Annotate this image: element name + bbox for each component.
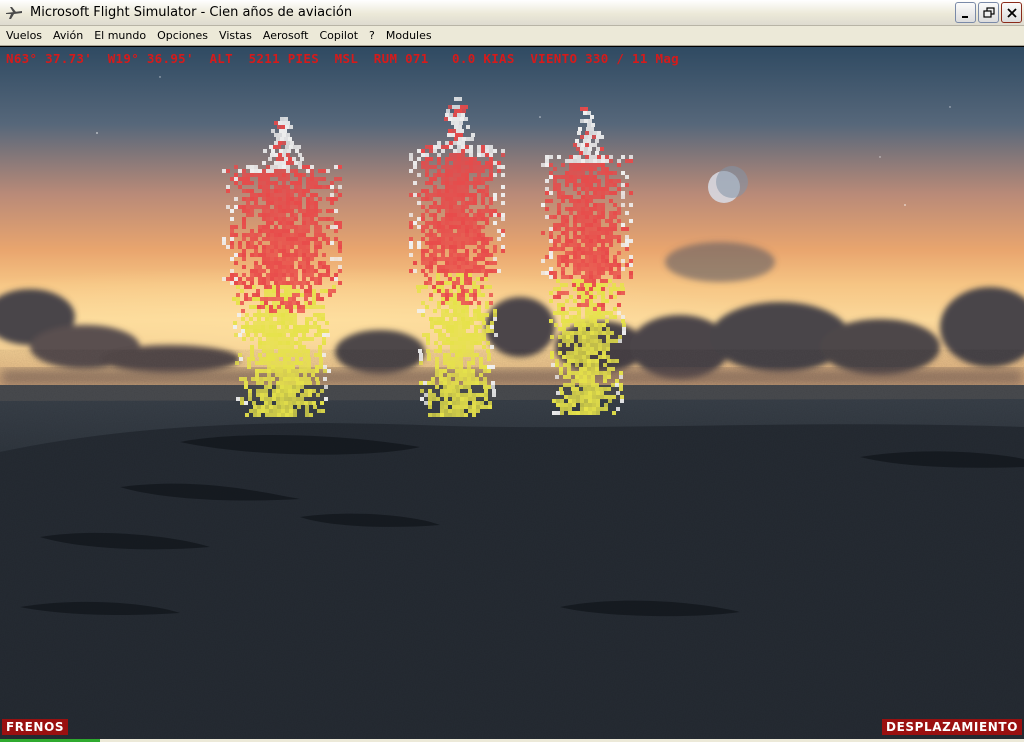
menu-vuelos[interactable]: Vuelos	[1, 29, 47, 42]
window-controls	[955, 2, 1022, 23]
title-bar[interactable]: Microsoft Flight Simulator - Cien años d…	[0, 0, 1024, 26]
restore-icon	[982, 6, 995, 18]
menu-opciones[interactable]: Opciones	[152, 29, 213, 42]
menu-aerosoft[interactable]: Aerosoft	[258, 29, 314, 42]
minimize-icon	[961, 15, 968, 18]
menu-copilot[interactable]: Copilot	[314, 29, 363, 42]
close-icon	[1006, 7, 1017, 18]
menu-vistas[interactable]: Vistas	[214, 29, 257, 42]
window-title: Microsoft Flight Simulator - Cien años d…	[30, 5, 353, 20]
close-button[interactable]	[1001, 2, 1022, 23]
simulator-view[interactable]: N63° 37.73' W19° 36.95' ALT 5211 PIES MS…	[0, 47, 1024, 739]
menu-bar: Vuelos Avión El mundo Opciones Vistas Ae…	[0, 26, 1024, 46]
menu-el-mundo[interactable]: El mundo	[89, 29, 151, 42]
menu-avion[interactable]: Avión	[48, 29, 88, 42]
slew-indicator: DESPLAZAMIENTO	[882, 719, 1022, 735]
hud-readout: N63° 37.73' W19° 36.95' ALT 5211 PIES MS…	[6, 51, 680, 66]
scenery	[0, 47, 1024, 739]
menu-help[interactable]: ?	[364, 29, 380, 42]
brakes-indicator: FRENOS	[2, 719, 69, 735]
minimize-button[interactable]	[955, 2, 976, 23]
restore-button[interactable]	[978, 2, 999, 23]
menu-modules[interactable]: Modules	[381, 29, 437, 42]
airplane-icon[interactable]	[3, 2, 25, 24]
